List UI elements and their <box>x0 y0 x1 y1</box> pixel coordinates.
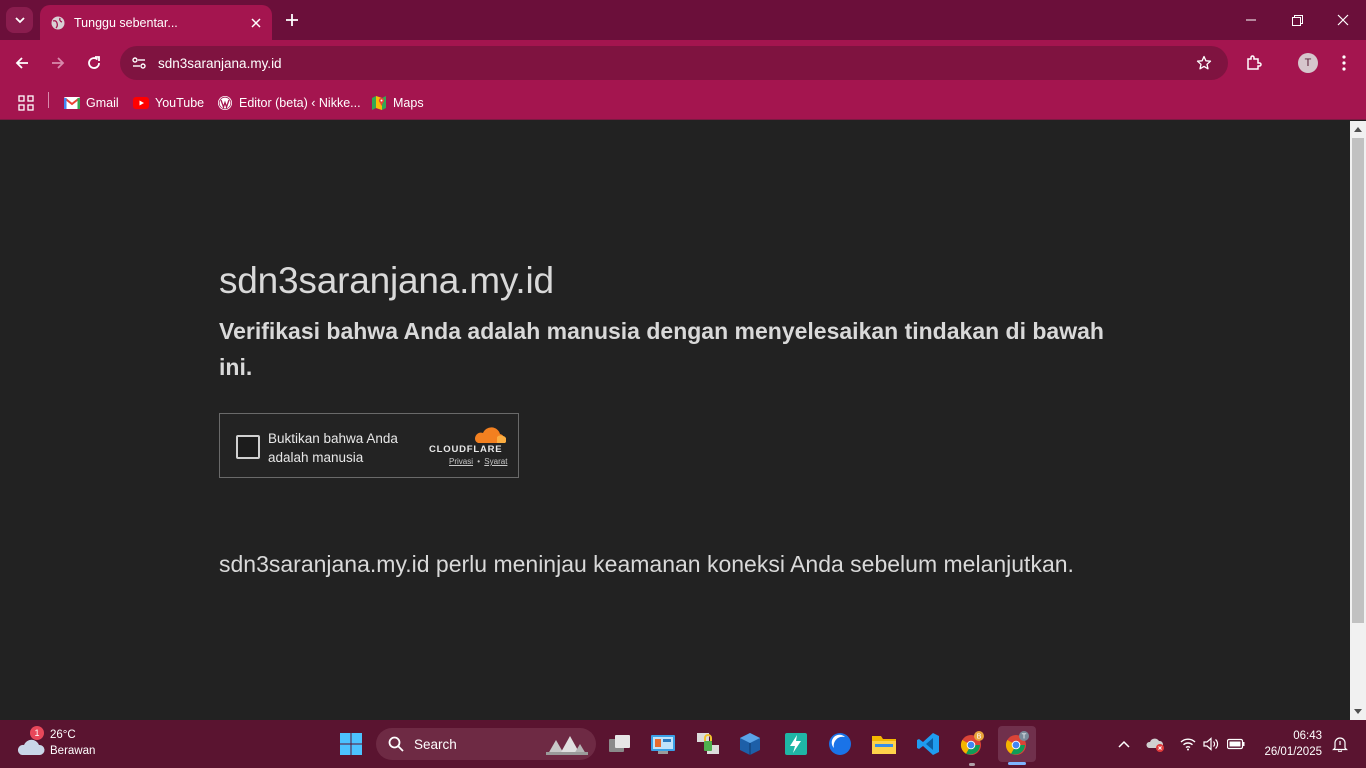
weather-temperature: 26°C <box>50 729 76 741</box>
widget-links: Privasi • Syarat <box>449 457 507 466</box>
chrome-active-icon[interactable]: T <box>998 726 1036 762</box>
bookmark-label: Editor (beta) ‹ Nikke... <box>239 96 361 110</box>
bookmark-star-icon[interactable] <box>1190 49 1218 77</box>
file-explorer-icon[interactable] <box>868 728 900 760</box>
weather-notification-badge: 1 <box>30 726 44 740</box>
bookmark-youtube[interactable]: YouTube <box>133 92 204 114</box>
chrome-profile-icon[interactable]: B <box>956 728 988 760</box>
wordpress-icon <box>217 95 233 111</box>
control-panel-icon[interactable] <box>647 728 679 760</box>
svg-text:T: T <box>1021 733 1027 741</box>
bookmark-label: YouTube <box>155 96 205 110</box>
windows-taskbar: 1 26°C Berawan Search B T 06:43 26/01/20… <box>0 720 1366 768</box>
wifi-icon[interactable] <box>1178 734 1198 754</box>
minimize-icon <box>1246 19 1256 21</box>
profile-avatar[interactable]: T <box>1298 53 1318 73</box>
active-app-indicator <box>1008 762 1026 765</box>
vertical-scrollbar[interactable] <box>1350 121 1366 720</box>
back-button[interactable] <box>7 48 37 78</box>
plus-icon <box>286 14 298 26</box>
close-window-button[interactable] <box>1320 0 1366 40</box>
svg-text:B: B <box>977 733 982 741</box>
restore-button[interactable] <box>1274 0 1320 40</box>
verification-heading: Verifikasi bahwa Anda adalah manusia den… <box>219 318 1104 380</box>
menu-button[interactable] <box>1329 48 1359 78</box>
tab-title: Tunggu sebentar... <box>74 15 178 30</box>
reload-button[interactable] <box>79 48 109 78</box>
virtualbox-icon[interactable] <box>734 728 766 760</box>
system-clock[interactable]: 06:43 26/01/2025 <box>1252 728 1322 760</box>
search-icon <box>388 736 404 752</box>
scroll-down-arrow-icon[interactable] <box>1350 703 1366 720</box>
youtube-icon <box>133 95 149 111</box>
address-bar[interactable]: sdn3saranjana.my.id <box>120 46 1228 80</box>
cloudflare-turnstile-widget: Buktikan bahwa Anda adalah manusia CLOUD… <box>219 413 519 478</box>
maps-icon <box>371 95 387 111</box>
url-text[interactable]: sdn3saranjana.my.id <box>158 56 1190 71</box>
new-tab-button[interactable] <box>281 9 303 31</box>
tab-search-button[interactable] <box>6 7 33 33</box>
loading-globe-icon <box>50 15 66 31</box>
scrollbar-thumb[interactable] <box>1352 138 1364 623</box>
network-admin-icon[interactable] <box>692 728 724 760</box>
task-view-icon[interactable] <box>604 728 636 760</box>
tab-close-icon[interactable] <box>246 13 266 33</box>
kebab-menu-icon <box>1342 55 1346 71</box>
human-verification-checkbox[interactable] <box>236 435 260 459</box>
windows-logo-icon <box>340 733 362 755</box>
forward-button[interactable] <box>43 48 73 78</box>
taskbar-search-box[interactable]: Search <box>376 728 596 760</box>
clock-date: 26/01/2025 <box>1264 746 1322 758</box>
cloudflare-cloud-icon <box>474 427 506 443</box>
weather-condition: Berawan <box>50 745 96 757</box>
checkbox-label[interactable]: Buktikan bahwa Anda adalah manusia <box>268 429 418 467</box>
title-bar: Tunggu sebentar... <box>0 0 1366 40</box>
volume-icon[interactable] <box>1201 734 1221 754</box>
link-separator: • <box>477 457 481 466</box>
bookmark-maps[interactable]: Maps <box>371 92 424 114</box>
security-review-text: sdn3saranjana.my.id perlu meninjau keama… <box>219 551 1074 577</box>
apps-button[interactable] <box>18 92 34 114</box>
terms-link[interactable]: Syarat <box>484 457 507 466</box>
apps-grid-icon <box>18 95 34 111</box>
privacy-link[interactable]: Privasi <box>449 457 473 466</box>
clock-time: 06:43 <box>1293 730 1322 742</box>
reload-icon <box>88 56 100 69</box>
close-icon <box>1337 14 1349 26</box>
start-button[interactable] <box>335 728 367 760</box>
minimize-button[interactable] <box>1228 0 1274 40</box>
vscode-icon[interactable] <box>912 728 944 760</box>
chevron-down-icon <box>14 17 25 24</box>
browser-toolbar: sdn3saranjana.my.id T <box>0 40 1366 86</box>
arrow-left-icon <box>15 57 28 69</box>
weather-widget[interactable]: 1 26°C Berawan <box>14 726 124 762</box>
scroll-up-arrow-icon[interactable] <box>1350 121 1366 138</box>
page-title: sdn3saranjana.my.id <box>219 260 554 301</box>
battery-icon[interactable] <box>1226 734 1246 754</box>
arrow-right-icon <box>52 57 65 69</box>
cloudflare-wordmark: CLOUDFLARE <box>429 444 503 455</box>
bookmark-label: Maps <box>393 96 424 110</box>
search-label: Search <box>414 736 457 752</box>
onedrive-error-icon[interactable] <box>1146 734 1166 754</box>
restore-icon <box>1291 14 1303 26</box>
running-indicator <box>969 763 975 766</box>
bookmarks-divider <box>48 92 49 108</box>
page-content: sdn3saranjana.my.id Verifikasi bahwa And… <box>0 121 1350 720</box>
gmail-icon <box>64 95 80 111</box>
chevron-up-icon[interactable] <box>1114 734 1134 754</box>
search-highlight-icon <box>546 736 588 755</box>
globe-app-icon[interactable] <box>824 728 856 760</box>
puzzle-icon <box>1247 55 1262 70</box>
extensions-button[interactable] <box>1239 48 1269 78</box>
notification-bell-icon[interactable] <box>1330 734 1350 754</box>
bookmark-gmail[interactable]: Gmail <box>64 92 119 114</box>
tab-active[interactable]: Tunggu sebentar... <box>40 5 272 40</box>
bookmarks-bar: Gmail YouTube Editor (beta) ‹ Nikke... M… <box>0 86 1366 120</box>
lightning-app-icon[interactable] <box>780 728 812 760</box>
bookmark-editor[interactable]: Editor (beta) ‹ Nikke... <box>217 92 361 114</box>
bookmark-label: Gmail <box>86 96 119 110</box>
site-info-icon[interactable] <box>124 48 154 78</box>
